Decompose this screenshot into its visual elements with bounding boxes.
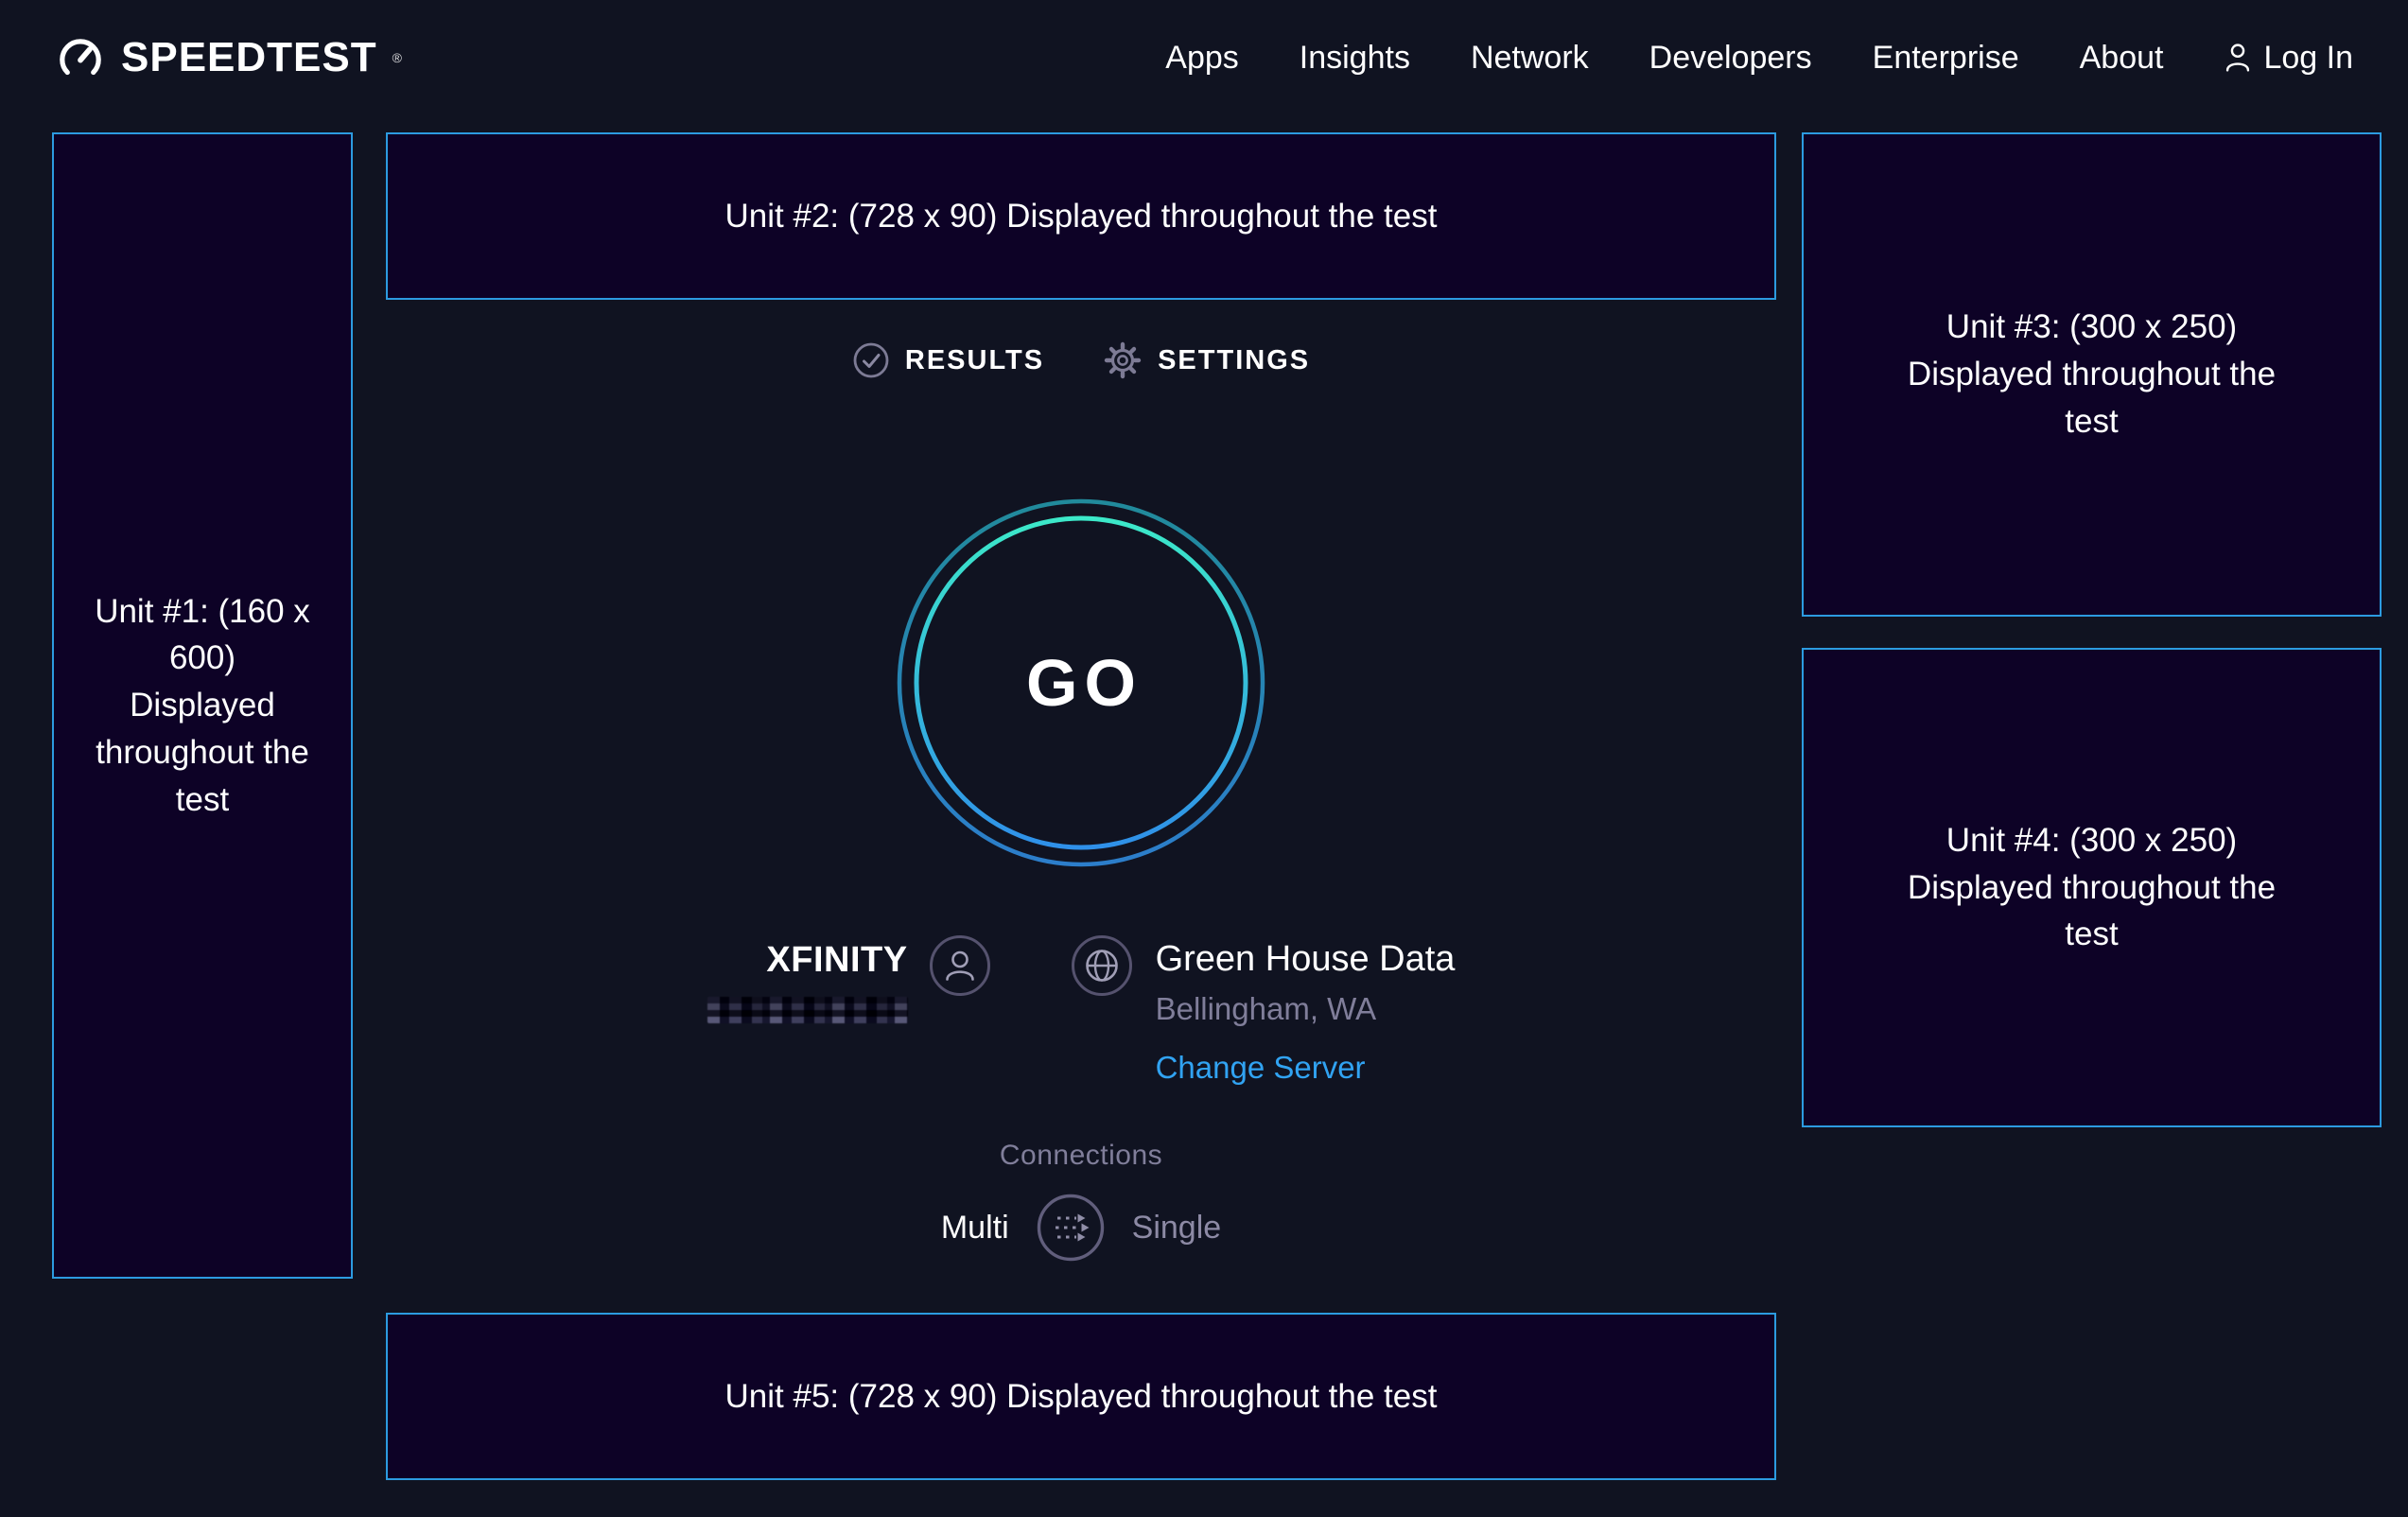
logo-text: SPEEDTEST [121, 34, 377, 81]
speedometer-icon [55, 32, 106, 83]
nav-item-insights[interactable]: Insights [1300, 40, 1410, 77]
user-icon [2224, 42, 2252, 74]
change-server-link[interactable]: Change Server [1156, 1050, 1456, 1086]
ad-unit-1[interactable]: Unit #1: (160 x 600) Displayed throughou… [52, 132, 353, 1279]
ad-unit-5-label: Unit #5: (728 x 90) Displayed throughout… [725, 1373, 1438, 1421]
nav-menu: Apps Insights Network Developers Enterpr… [1165, 40, 2353, 77]
trademark-symbol: ® [393, 44, 402, 72]
connections-title: Connections [386, 1140, 1776, 1172]
ad-unit-2[interactable]: Unit #2: (728 x 90) Displayed throughout… [386, 132, 1776, 300]
tab-settings-label: SETTINGS [1158, 345, 1310, 376]
login-label: Log In [2263, 40, 2353, 77]
ad-unit-3-label: Unit #3: (300 x 250) Displayed throughou… [1898, 304, 2286, 445]
top-nav-bar: SPEEDTEST ® Apps Insights Network Develo… [0, 0, 2408, 115]
connections-toggle-button[interactable] [1036, 1193, 1106, 1263]
check-circle-icon [852, 341, 890, 379]
tab-settings[interactable]: SETTINGS [1103, 340, 1310, 380]
speedtest-page: SPEEDTEST ® Apps Insights Network Develo… [0, 0, 2408, 1517]
tab-bar: RESULTS [386, 340, 1776, 380]
go-button[interactable]: GO [897, 498, 1265, 867]
nav-item-apps[interactable]: Apps [1165, 40, 1239, 77]
server-info: Green House Data Bellingham, WA Change S… [1156, 938, 1456, 1086]
server-location: Bellingham, WA [1156, 991, 1456, 1027]
ad-unit-1-label: Unit #1: (160 x 600) Displayed throughou… [93, 588, 312, 823]
provider-info-row: XFINITY Green House Data Bellingham, WA … [386, 934, 1776, 1086]
connections-single-label[interactable]: Single [1132, 1210, 1222, 1247]
ad-unit-5[interactable]: Unit #5: (728 x 90) Displayed throughout… [386, 1313, 1776, 1480]
ad-unit-4[interactable]: Unit #4: (300 x 250) Displayed throughou… [1802, 648, 2382, 1127]
multi-connection-icon [1036, 1193, 1106, 1263]
nav-item-enterprise[interactable]: Enterprise [1873, 40, 2019, 77]
connections-section: Connections Multi Single [386, 1140, 1776, 1263]
connections-toggle-row: Multi Single [386, 1193, 1776, 1263]
isp-info: XFINITY [707, 938, 908, 1023]
go-button-label: GO [897, 498, 1265, 867]
ad-unit-4-label: Unit #4: (300 x 250) Displayed throughou… [1898, 817, 2286, 958]
server-name: Green House Data [1156, 938, 1456, 980]
isp-user-icon[interactable] [929, 934, 991, 997]
nav-item-network[interactable]: Network [1471, 40, 1589, 77]
ad-unit-2-label: Unit #2: (728 x 90) Displayed throughout… [725, 193, 1438, 240]
ad-unit-3[interactable]: Unit #3: (300 x 250) Displayed throughou… [1802, 132, 2382, 617]
server-globe-icon[interactable] [1071, 934, 1133, 997]
tab-results[interactable]: RESULTS [852, 341, 1044, 379]
connections-multi-label[interactable]: Multi [941, 1210, 1009, 1247]
nav-item-about[interactable]: About [2080, 40, 2164, 77]
speedtest-logo[interactable]: SPEEDTEST ® [55, 32, 402, 83]
gear-icon [1103, 340, 1143, 380]
tab-results-label: RESULTS [905, 345, 1044, 376]
isp-name: XFINITY [707, 938, 908, 982]
nav-item-developers[interactable]: Developers [1649, 40, 1812, 77]
isp-detail-redacted [707, 997, 908, 1023]
login-button[interactable]: Log In [2224, 40, 2353, 77]
